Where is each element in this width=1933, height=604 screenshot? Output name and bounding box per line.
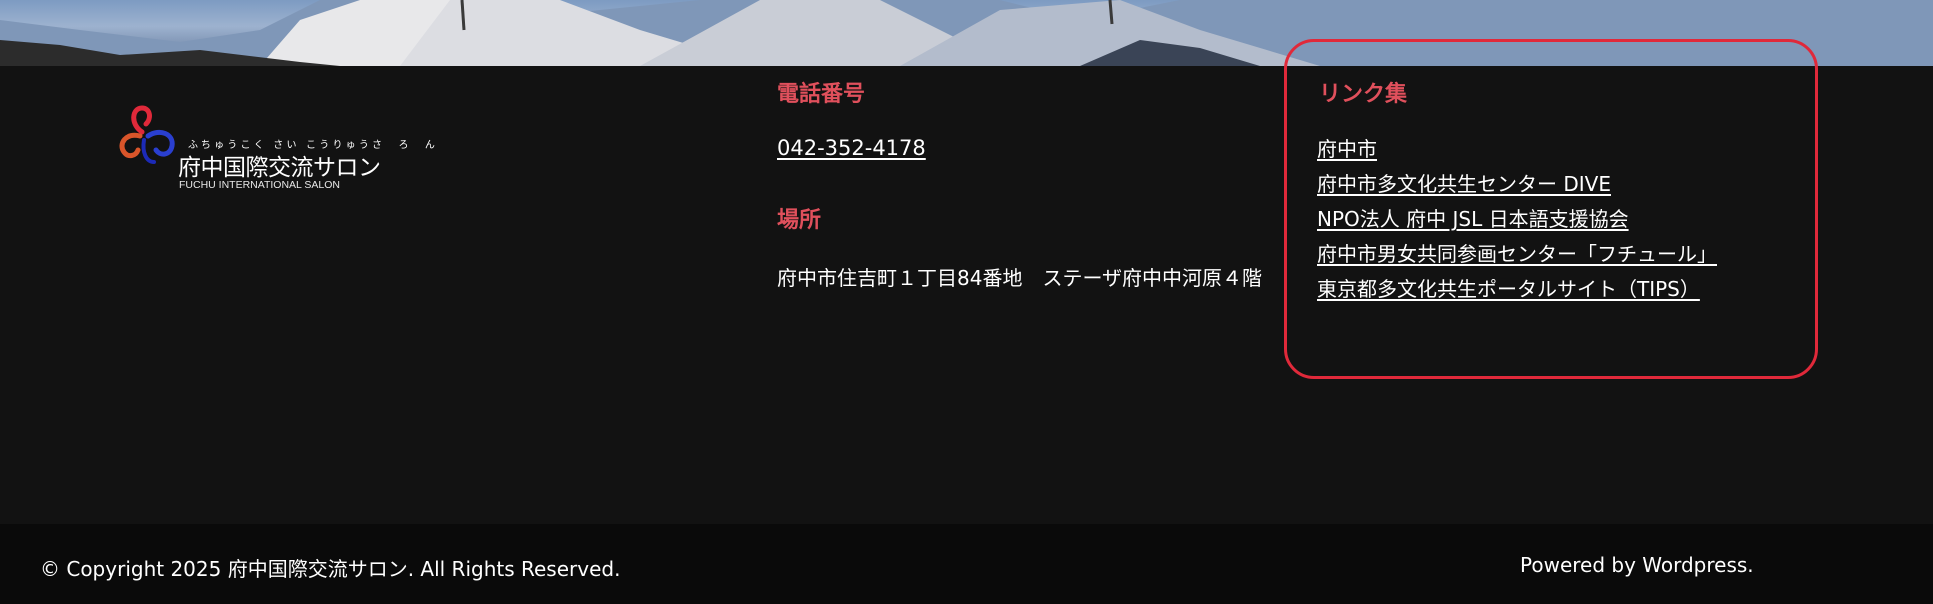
link-fuchur-center[interactable]: 府中市男女共同参画センター「フチュール」 — [1317, 242, 1717, 266]
link-jsl-association[interactable]: NPO法人 府中 JSL 日本語支援協会 — [1317, 207, 1629, 231]
list-item: 府中市多文化共生センター DIVE — [1317, 171, 1717, 206]
link-fuchu-city[interactable]: 府中市 — [1317, 137, 1377, 161]
phone-heading: 電話番号 — [777, 82, 866, 107]
page: ふちゅうこく さい こうりゅうさ ろ ん 府中国際交流サロン FUCHU INT… — [0, 0, 1933, 604]
footer-bottom-bar: © Copyright 2025 府中国際交流サロン. All Rights R… — [0, 524, 1933, 604]
address-text: 府中市住吉町１丁目84番地 ステーザ府中中河原４階 — [777, 266, 1263, 290]
logo-mark-icon — [119, 105, 175, 164]
links-list: 府中市 府中市多文化共生センター DIVE NPO法人 府中 JSL 日本語支援… — [1317, 136, 1717, 311]
list-item: NPO法人 府中 JSL 日本語支援協会 — [1317, 206, 1717, 241]
links-heading: リンク集 — [1319, 82, 1408, 107]
list-item: 府中市 — [1317, 136, 1717, 171]
link-dive-center[interactable]: 府中市多文化共生センター DIVE — [1317, 172, 1611, 196]
site-logo[interactable]: ふちゅうこく さい こうりゅうさ ろ ん 府中国際交流サロン FUCHU INT… — [116, 102, 435, 197]
list-item: 東京都多文化共生ポータルサイト（TIPS） — [1317, 276, 1717, 311]
phone-number-link[interactable]: 042-352-4178 — [777, 136, 926, 160]
link-tips-portal[interactable]: 東京都多文化共生ポータルサイト（TIPS） — [1317, 277, 1700, 301]
powered-by-text: Powered by Wordpress. — [1520, 553, 1754, 577]
logo-name: 府中国際交流サロン — [178, 155, 381, 181]
copyright-text: © Copyright 2025 府中国際交流サロン. All Rights R… — [40, 557, 621, 581]
list-item: 府中市男女共同参画センター「フチュール」 — [1317, 241, 1717, 276]
logo-english-name: FUCHU INTERNATIONAL SALON — [179, 179, 341, 191]
location-heading: 場所 — [777, 208, 822, 233]
